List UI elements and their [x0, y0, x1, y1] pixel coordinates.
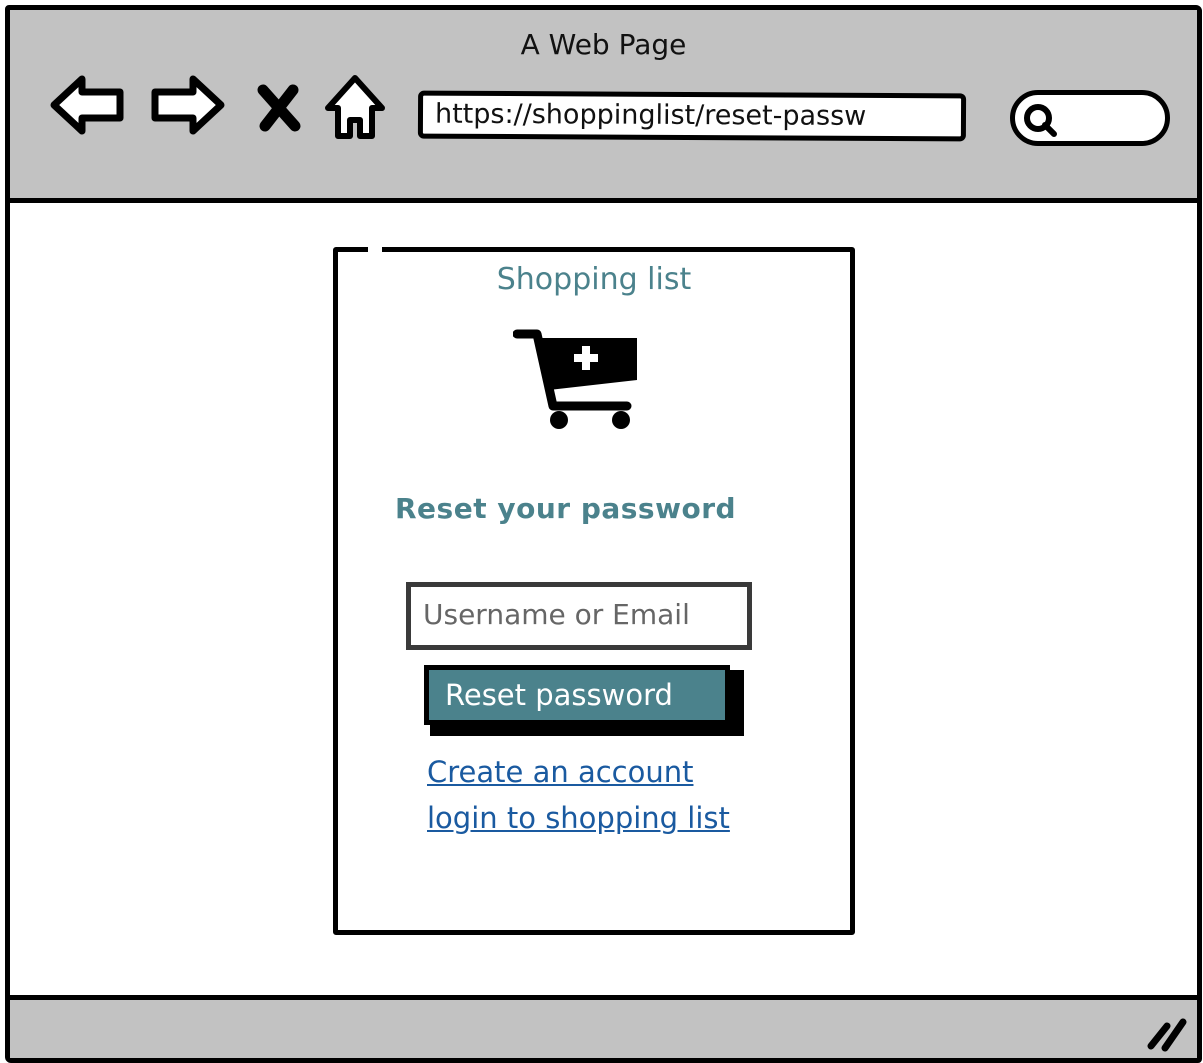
- forward-arrow-icon[interactable]: [147, 72, 227, 138]
- create-account-link[interactable]: Create an account: [427, 755, 693, 789]
- reset-password-button[interactable]: Reset password: [424, 665, 730, 725]
- resize-grip-icon[interactable]: [1145, 1012, 1189, 1052]
- reset-heading: Reset your password: [395, 492, 737, 525]
- window-title: A Web Page: [520, 28, 687, 61]
- browser-toolbar: A Web Page https://shoppinglist/reset-pa…: [10, 10, 1197, 203]
- back-arrow-icon[interactable]: [48, 72, 128, 138]
- browser-window: A Web Page https://shoppinglist/reset-pa…: [5, 5, 1202, 1063]
- username-email-input[interactable]: Username or Email: [406, 582, 752, 650]
- home-icon[interactable]: [322, 72, 388, 144]
- reset-password-card: Shopping list Reset your password Userna…: [333, 246, 855, 935]
- close-x-icon[interactable]: [255, 84, 303, 132]
- card-border-gap: [368, 246, 382, 254]
- address-bar[interactable]: https://shoppinglist/reset-passw: [417, 90, 967, 142]
- cart-plus-icon: [513, 329, 637, 429]
- search-field[interactable]: [1010, 90, 1170, 146]
- login-link[interactable]: login to shopping list: [427, 801, 730, 835]
- search-icon: [1024, 104, 1057, 137]
- app-title: Shopping list: [496, 262, 692, 297]
- status-bar: [10, 995, 1197, 1058]
